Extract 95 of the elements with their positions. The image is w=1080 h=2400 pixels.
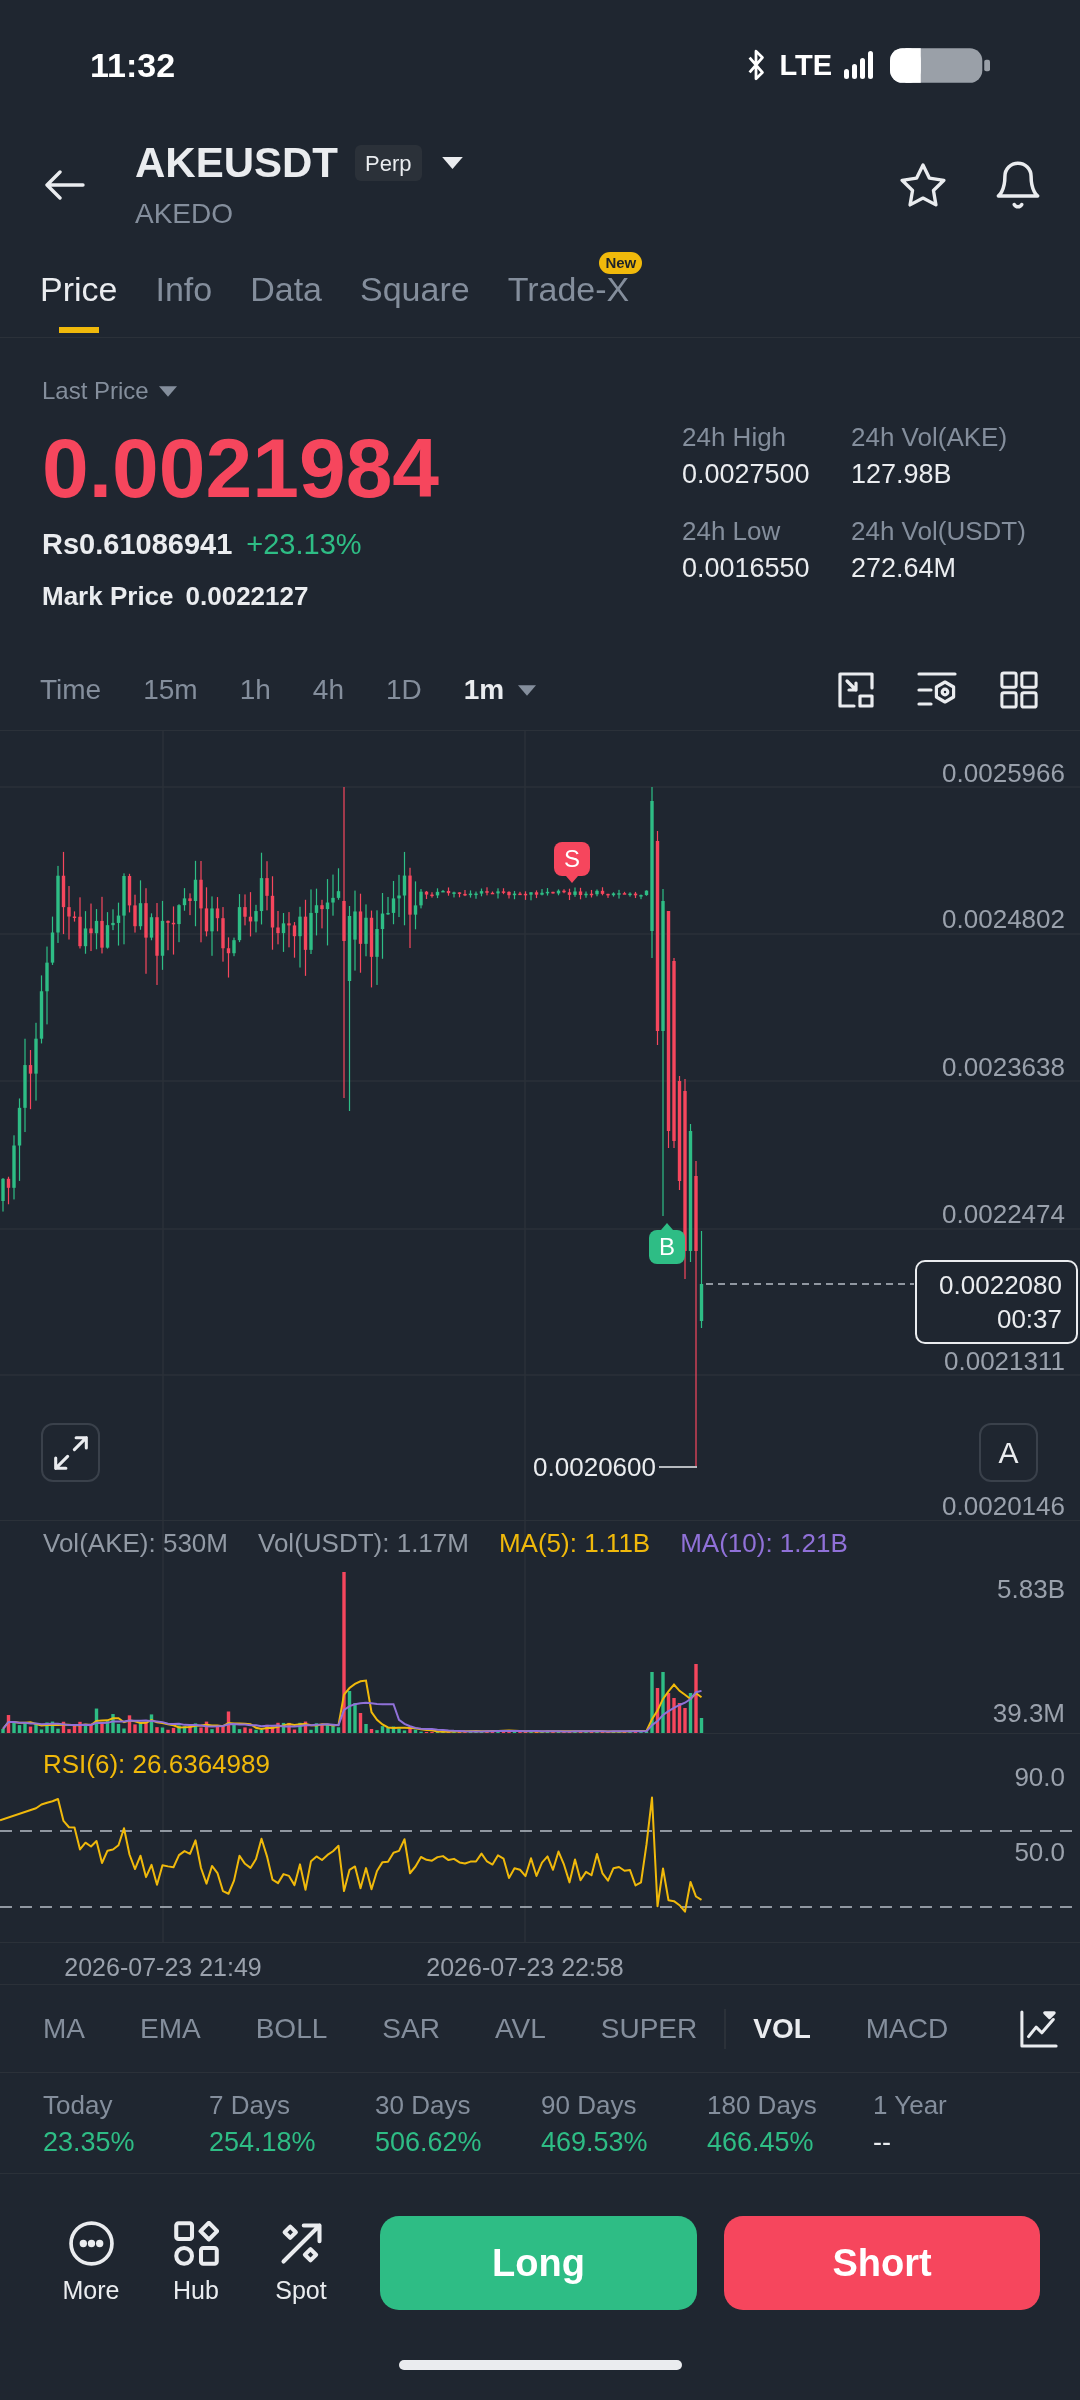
interval-tab[interactable]: 1m bbox=[463, 672, 537, 708]
period-label: 1 Year bbox=[873, 2088, 948, 2121]
back-arrow-icon[interactable] bbox=[45, 170, 85, 200]
indicator-tab[interactable]: VOL bbox=[753, 2010, 811, 2047]
short-button[interactable]: Short bbox=[724, 2216, 1040, 2310]
indicator-tab[interactable]: EMA bbox=[140, 2010, 201, 2047]
time-axis-label: 2026-07-23 22:58 bbox=[426, 1952, 624, 1982]
return-value: 254.18% bbox=[209, 2125, 317, 2158]
period-label: Today bbox=[43, 2088, 114, 2121]
dropdown-caret-icon bbox=[518, 684, 537, 696]
interval-tab[interactable]: 1h bbox=[239, 672, 271, 708]
stat-label: 24h High bbox=[682, 421, 788, 453]
return-value: -- bbox=[873, 2125, 892, 2158]
time-axis-label: 2026-07-23 21:49 bbox=[64, 1952, 262, 1982]
tab[interactable]: Price bbox=[40, 240, 118, 337]
interval-tab[interactable]: 1D bbox=[385, 672, 422, 708]
price-axis-label: 0.0023638 bbox=[942, 1052, 1065, 1082]
stat-value: 272.64M bbox=[851, 552, 958, 585]
indicator-tab[interactable]: BOLL bbox=[255, 2010, 328, 2047]
expand-icon bbox=[53, 1435, 88, 1470]
stat-value: 127.98B bbox=[851, 458, 953, 491]
price-axis-label: 0.0020146 bbox=[942, 1491, 1065, 1521]
shapes-icon bbox=[173, 2221, 219, 2266]
dropdown-caret-icon bbox=[158, 385, 177, 397]
interval-tab[interactable]: Time bbox=[40, 672, 102, 708]
action-button[interactable]: More bbox=[46, 2216, 136, 2310]
period-label: 7 Days bbox=[209, 2088, 291, 2121]
indicator-tab[interactable]: SUPER bbox=[600, 2010, 698, 2047]
signal-icon bbox=[844, 51, 874, 79]
price-change: +23.13% bbox=[246, 527, 362, 563]
dropdown-caret-icon bbox=[441, 157, 463, 169]
grid-icon[interactable] bbox=[1000, 671, 1038, 709]
volume-axis-label: 39.3M bbox=[992, 1698, 1065, 1728]
action-button[interactable]: Hub bbox=[151, 2216, 241, 2310]
line-chart-icon[interactable] bbox=[1020, 2009, 1058, 2048]
diagonal-arrow-icon bbox=[278, 2221, 324, 2266]
volume-legend: MA(5): 1.11B bbox=[498, 1528, 651, 1558]
indicator-tab[interactable]: SAR bbox=[382, 2010, 440, 2047]
tab[interactable]: Square bbox=[360, 240, 470, 337]
mark-price: 0.0022127 bbox=[185, 579, 309, 613]
action-button[interactable]: Spot bbox=[256, 2216, 346, 2310]
symbol-title: AKEUSDT bbox=[135, 139, 338, 187]
rsi-axis-label: 50.0 bbox=[1014, 1837, 1065, 1867]
stat-label: 24h Vol(USDT) bbox=[851, 515, 1027, 547]
return-value: 23.35% bbox=[43, 2125, 136, 2158]
rsi-axis-label: 90.0 bbox=[1014, 1762, 1065, 1792]
price-axis-label: 0.0022474 bbox=[942, 1199, 1065, 1229]
fullscreen-button[interactable] bbox=[41, 1423, 100, 1482]
interval-tab[interactable]: 15m bbox=[143, 672, 198, 708]
return-value: 469.53% bbox=[541, 2125, 649, 2158]
interval-tab[interactable]: 4h bbox=[312, 672, 344, 708]
tab[interactable]: Trade-X New bbox=[507, 240, 643, 337]
volume-axis-label: 5.83B bbox=[997, 1574, 1065, 1604]
more-icon bbox=[68, 2221, 114, 2266]
period-label: 180 Days bbox=[707, 2088, 818, 2121]
fiat-price: Rs0.61086941 bbox=[42, 527, 233, 563]
status-time: 11:32 bbox=[90, 44, 176, 86]
rsi-legend: RSI(6): 26.6364989 bbox=[43, 1749, 270, 1779]
star-icon[interactable] bbox=[900, 162, 946, 208]
period-label: 90 Days bbox=[541, 2088, 638, 2121]
price-type-label[interactable]: Last Price bbox=[42, 376, 149, 406]
scale-mode-button[interactable]: A bbox=[979, 1423, 1038, 1482]
volume-legend: Vol(USDT): 1.17M bbox=[258, 1528, 469, 1558]
network-type: LTE bbox=[779, 50, 832, 80]
stat-value: 0.0016550 bbox=[682, 552, 811, 585]
current-price: 0.0022080 bbox=[939, 1269, 1062, 1302]
countdown-timer: 00:37 bbox=[996, 1303, 1062, 1336]
list-settings-icon[interactable] bbox=[917, 672, 957, 708]
indicator-tab[interactable]: AVL bbox=[494, 2010, 546, 2047]
price-axis-label: 0.0024802 bbox=[942, 904, 1065, 934]
stat-value: 0.0027500 bbox=[682, 458, 811, 491]
battery-icon bbox=[890, 47, 990, 83]
stat-label: 24h Low bbox=[682, 515, 782, 547]
mark-price-label: Mark Price bbox=[42, 579, 174, 613]
tab[interactable]: Info bbox=[155, 240, 213, 337]
tab[interactable]: Data bbox=[250, 240, 322, 337]
low-price-leader-line bbox=[658, 1466, 698, 1468]
picture-in-picture-icon[interactable] bbox=[838, 672, 874, 708]
bell-icon[interactable] bbox=[996, 161, 1040, 209]
volume-legend: MA(10): 1.21B bbox=[680, 1528, 848, 1558]
return-value: 506.62% bbox=[375, 2125, 483, 2158]
low-price-label: 0.0020600 bbox=[533, 1452, 656, 1482]
indicator-tab[interactable]: MA bbox=[43, 2010, 85, 2047]
return-value: 466.45% bbox=[707, 2125, 815, 2158]
new-badge: New bbox=[599, 252, 643, 274]
symbol-subtitle: AKEDO bbox=[135, 197, 235, 231]
indicator-tab[interactable]: MACD bbox=[865, 2010, 949, 2047]
period-label: 30 Days bbox=[375, 2088, 472, 2121]
contract-badge: Perp bbox=[355, 145, 422, 181]
price-axis-label: 0.0021311 bbox=[944, 1346, 1065, 1376]
last-price: 0.0021984 bbox=[42, 420, 440, 516]
price-axis-label: 0.0025966 bbox=[942, 758, 1065, 788]
volume-legend: Vol(AKE): 530M bbox=[43, 1528, 228, 1558]
long-button[interactable]: Long bbox=[380, 2216, 697, 2310]
stat-label: 24h Vol(AKE) bbox=[851, 421, 1009, 453]
